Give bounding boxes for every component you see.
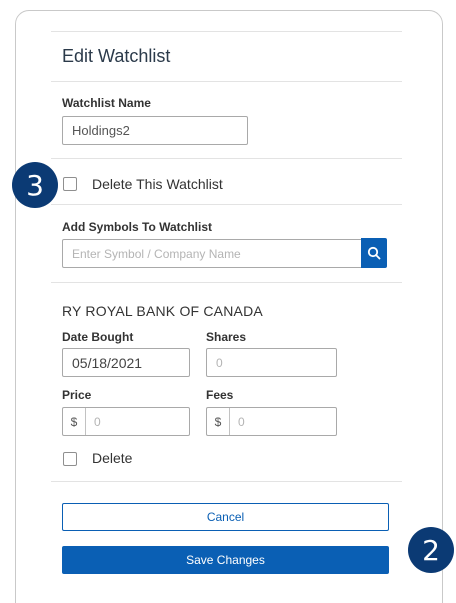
search-button[interactable] bbox=[361, 238, 387, 268]
panel-title: Edit Watchlist bbox=[62, 46, 171, 66]
price-input[interactable]: 0 bbox=[86, 408, 101, 435]
save-changes-button[interactable]: Save Changes bbox=[62, 546, 389, 574]
fees-input[interactable]: 0 bbox=[230, 408, 245, 435]
add-symbols-label: Add Symbols To Watchlist bbox=[62, 220, 213, 234]
search-icon bbox=[367, 246, 381, 260]
divider bbox=[51, 282, 402, 283]
delete-holding-checkbox[interactable] bbox=[63, 452, 77, 466]
price-field[interactable]: $ 0 bbox=[62, 407, 190, 436]
dollar-prefix: $ bbox=[207, 408, 230, 435]
shares-input[interactable]: 0 bbox=[206, 348, 337, 377]
symbol-search-input[interactable]: Enter Symbol / Company Name bbox=[62, 239, 362, 268]
cancel-button[interactable]: Cancel bbox=[62, 503, 389, 531]
divider bbox=[51, 204, 402, 205]
watchlist-name-label: Watchlist Name bbox=[62, 96, 151, 110]
delete-watchlist-label: Delete This Watchlist bbox=[92, 176, 223, 192]
delete-holding-label: Delete bbox=[92, 450, 133, 466]
step-badge-3: 3 bbox=[12, 162, 58, 208]
divider bbox=[51, 481, 402, 482]
watchlist-name-input[interactable]: Holdings2 bbox=[62, 116, 248, 145]
price-label: Price bbox=[62, 388, 92, 402]
delete-watchlist-checkbox[interactable] bbox=[63, 177, 77, 191]
shares-label: Shares bbox=[206, 330, 247, 344]
dollar-prefix: $ bbox=[63, 408, 86, 435]
date-bought-input[interactable]: 05/18/2021 bbox=[62, 348, 190, 377]
divider bbox=[51, 31, 402, 32]
date-bought-label: Date Bought bbox=[62, 330, 134, 344]
divider bbox=[51, 81, 402, 82]
fees-label: Fees bbox=[206, 388, 234, 402]
holding-title: RY ROYAL BANK OF CANADA bbox=[62, 303, 263, 319]
divider bbox=[51, 158, 402, 159]
fees-field[interactable]: $ 0 bbox=[206, 407, 337, 436]
step-badge-2: 2 bbox=[408, 527, 454, 573]
